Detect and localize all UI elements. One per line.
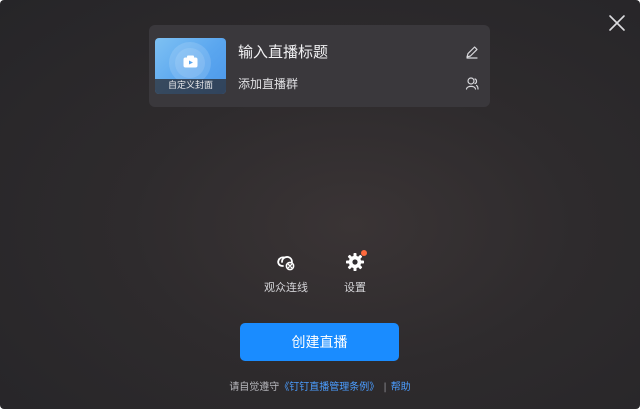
person-icon <box>465 77 479 90</box>
cover-label: 自定义封面 <box>155 79 226 94</box>
add-group-button[interactable] <box>465 75 479 90</box>
custom-cover-button[interactable]: 自定义封面 <box>155 38 226 94</box>
close-button[interactable] <box>608 14 626 32</box>
notification-dot <box>361 250 367 256</box>
help-link[interactable]: 帮助 <box>391 382 411 393</box>
stream-info-card: 自定义封面 输入直播标题 添加直播群 <box>149 25 490 107</box>
close-icon <box>609 15 625 31</box>
viewer-connect-label: 观众连线 <box>264 281 308 294</box>
edit-title-button[interactable] <box>465 44 479 59</box>
camera-icon <box>183 55 198 68</box>
pencil-icon <box>466 46 478 59</box>
add-group-link[interactable]: 添加直播群 <box>238 75 298 92</box>
terms-link[interactable]: 《钉钉直播管理条例》 <box>279 382 379 393</box>
settings-label: 设置 <box>344 281 366 294</box>
footer-separator: | <box>383 382 387 393</box>
settings-button[interactable]: 设置 <box>325 250 385 295</box>
viewer-connect-button[interactable]: 观众连线 <box>256 251 316 295</box>
stream-title-input[interactable]: 输入直播标题 <box>238 41 328 62</box>
footer-notice: 请自觉遵守《钉钉直播管理条例》 | 帮助 <box>0 378 640 393</box>
create-live-button[interactable]: 创建直播 <box>240 323 399 361</box>
footer-prefix: 请自觉遵守 <box>229 382 280 393</box>
live-stream-window: 自定义封面 输入直播标题 添加直播群 观众连线 设置 创建直播 请自觉遵守《钉钉… <box>0 0 640 409</box>
link-icon <box>277 256 295 271</box>
